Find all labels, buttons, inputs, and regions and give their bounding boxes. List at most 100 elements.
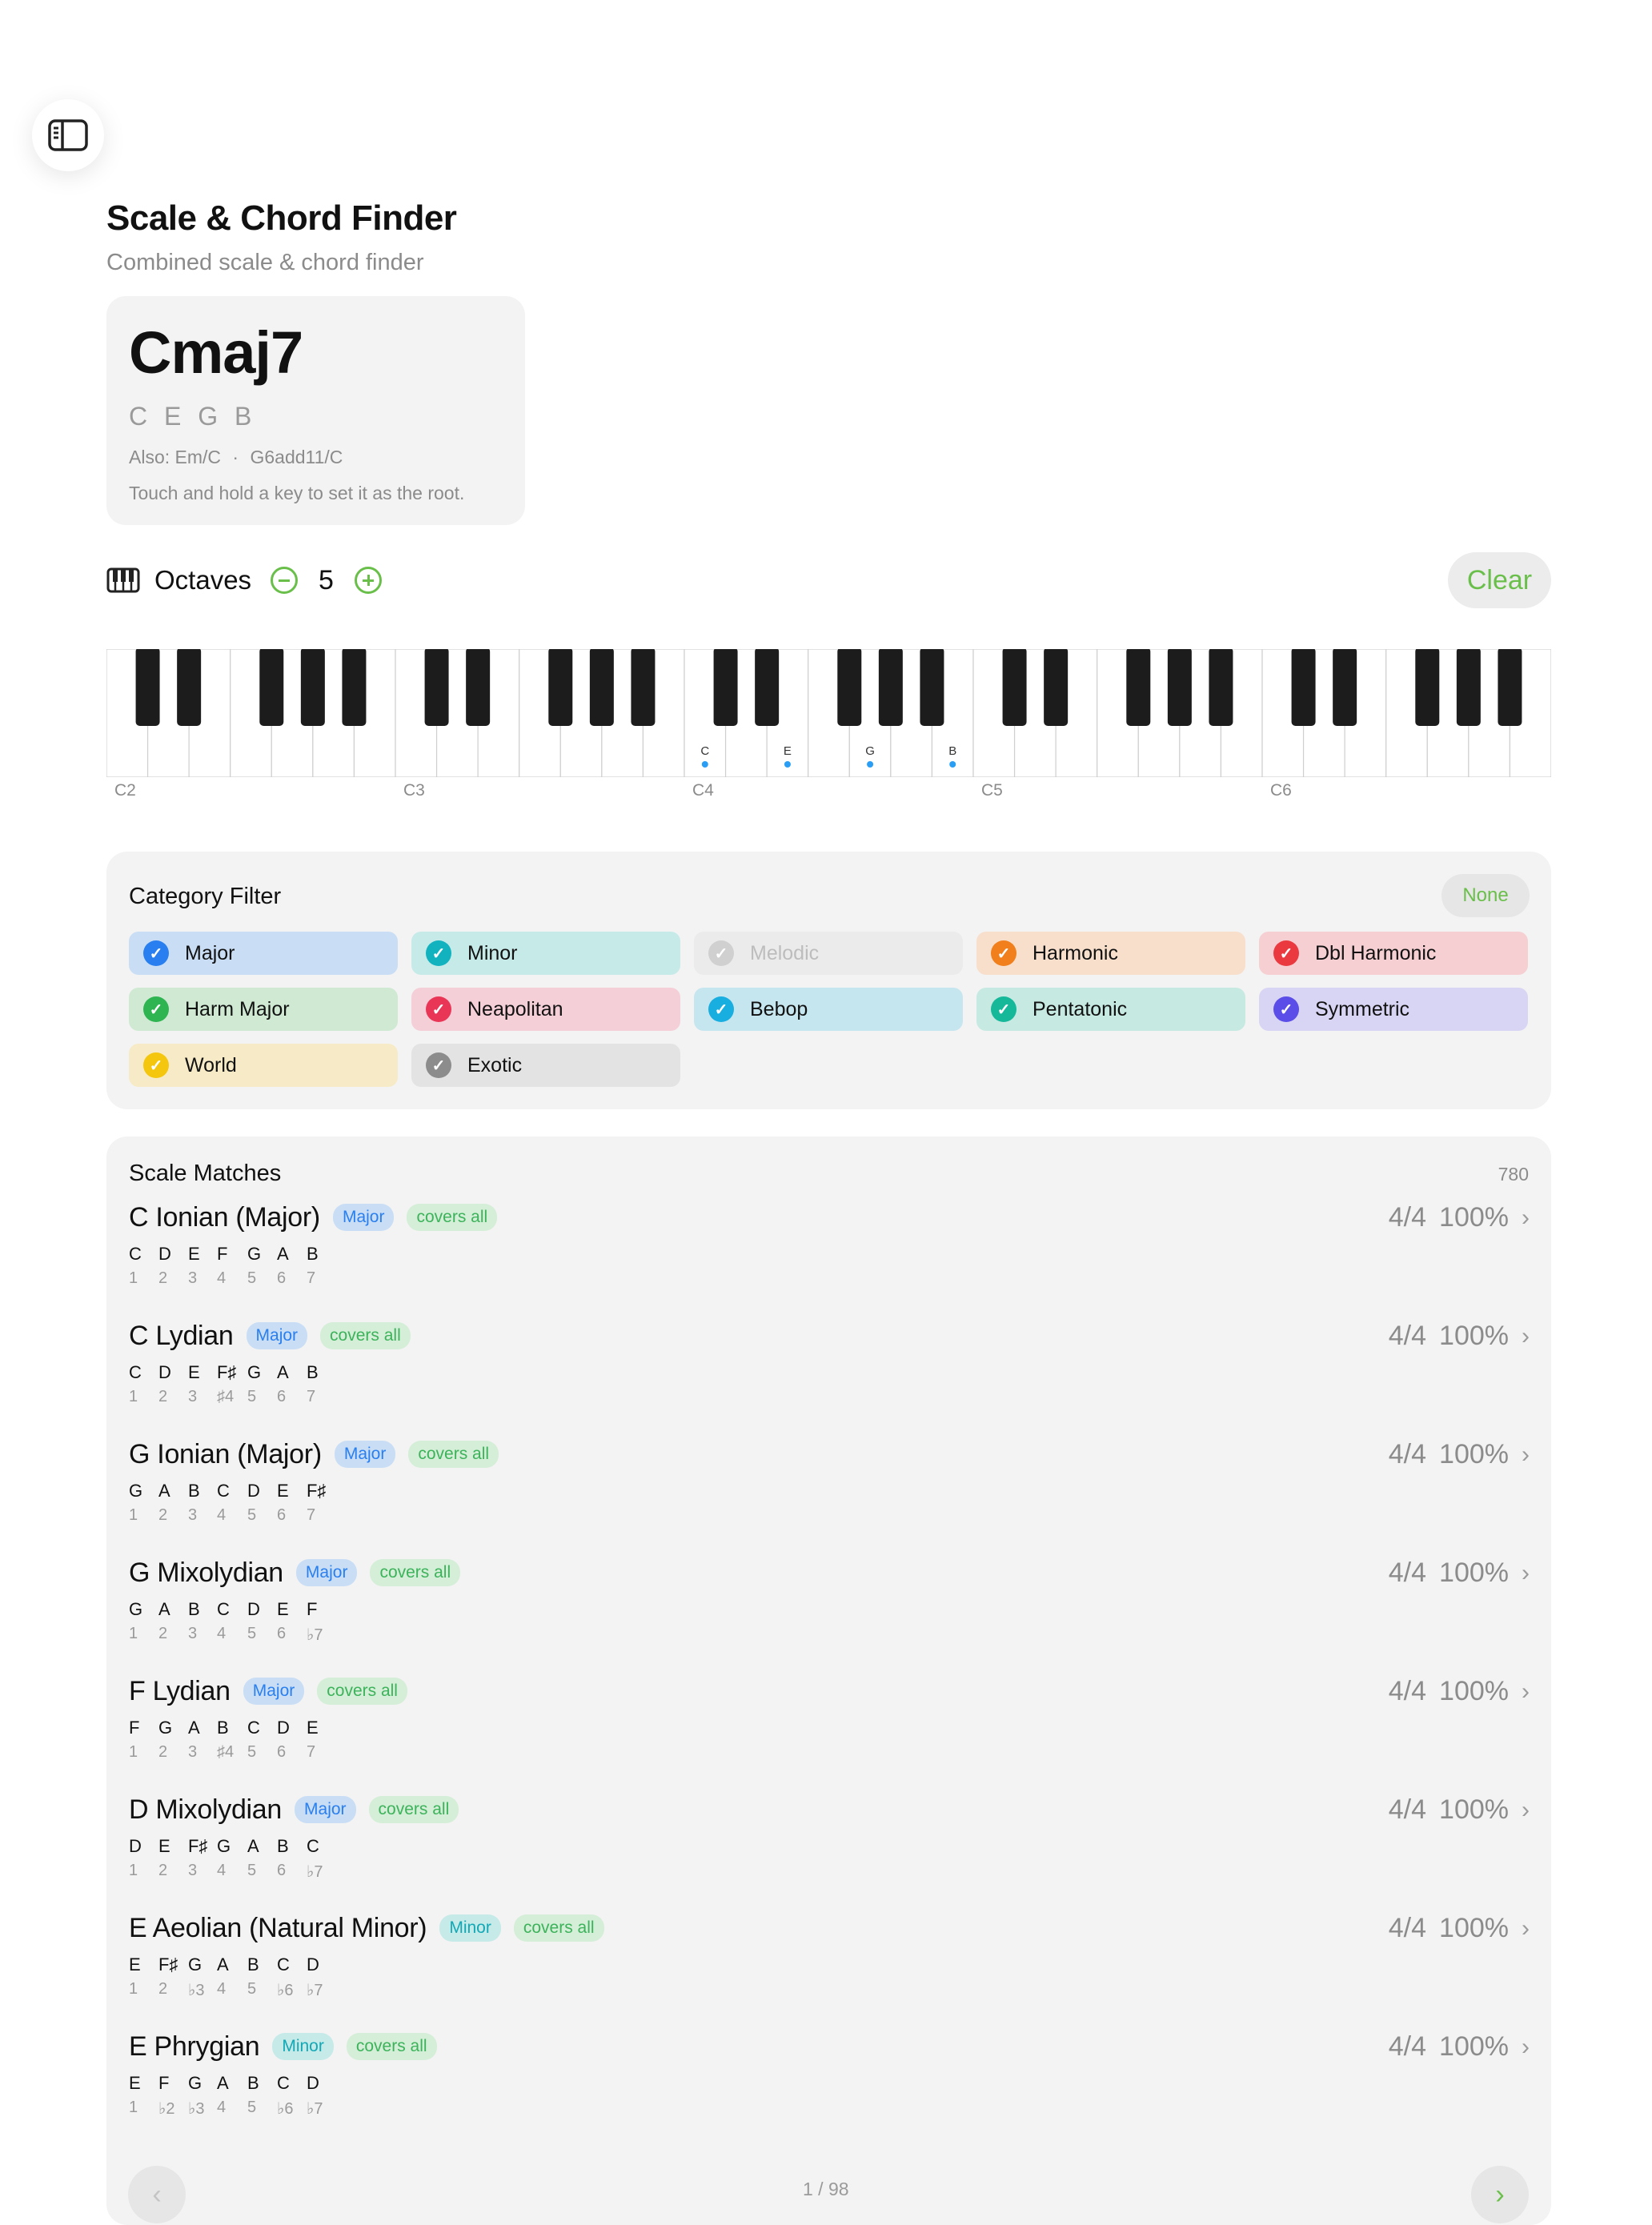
filter-chip-bebop[interactable]: ✓ Bebop <box>694 988 963 1031</box>
black-key-C#3[interactable] <box>424 649 449 726</box>
category-tag: Major <box>332 1204 395 1231</box>
scale-match-row[interactable]: G Mixolydian Major covers all 4/4 100% › G A B C D… <box>129 1554 1530 1666</box>
filter-chip-world[interactable]: ✓ World <box>129 1044 398 1087</box>
scale-note: C <box>129 1244 142 1264</box>
filter-chip-symmetric[interactable]: ✓ Symmetric <box>1259 988 1528 1031</box>
filter-chip-label: Exotic <box>467 1053 523 1076</box>
scale-name: G Mixolydian <box>129 1557 283 1588</box>
piano-icon <box>106 567 140 593</box>
black-key-G#6[interactable] <box>1456 649 1481 726</box>
filter-chip-label: World <box>185 1053 237 1076</box>
selected-note-dot <box>949 761 956 768</box>
black-key-G#3[interactable] <box>589 649 614 726</box>
black-key-A#2[interactable] <box>342 649 367 726</box>
filter-chip-neapolitan[interactable]: ✓ Neapolitan <box>411 988 680 1031</box>
filter-chip-melodic[interactable]: ✓ Melodic <box>694 932 963 975</box>
scale-match-row[interactable]: E Phrygian Minor covers all 4/4 100% › E F G A B C D… <box>129 2028 1530 2140</box>
octave-label: C4 <box>692 781 714 800</box>
filter-chip-major[interactable]: ✓ Major <box>129 932 398 975</box>
black-key-F#6[interactable] <box>1415 649 1440 726</box>
black-key-D#3[interactable] <box>466 649 491 726</box>
scale-note: E <box>129 2073 141 2093</box>
black-key-C#4[interactable] <box>713 649 738 726</box>
scale-match-row[interactable]: E Aeolian (Natural Minor) Minor covers all… <box>129 1910 1530 2022</box>
black-key-C#6[interactable] <box>1291 649 1316 726</box>
filter-chip-label: Neapolitan <box>467 997 563 1020</box>
sidebar-toggle-button[interactable] <box>32 99 104 171</box>
previous-page-button[interactable]: ‹ <box>128 2166 186 2223</box>
scale-degree: 1 <box>129 1506 138 1524</box>
match-percent: 100% <box>1439 1439 1509 1469</box>
chevron-left-icon: ‹ <box>152 2179 162 2210</box>
black-key-A#3[interactable] <box>631 649 656 726</box>
black-key-A#5[interactable] <box>1209 649 1233 726</box>
black-key-F#5[interactable] <box>1126 649 1151 726</box>
match-score: 4/4 <box>1388 1558 1427 1588</box>
scale-note: E <box>277 1481 289 1501</box>
checkmark-icon: ✓ <box>143 996 169 1022</box>
scale-match-row[interactable]: D Mixolydian Major covers all 4/4 100% › D E F♯ G… <box>129 1791 1530 1903</box>
filter-chip-label: Melodic <box>750 941 820 964</box>
scale-degree: 1 <box>129 1388 138 1405</box>
scale-note: E <box>307 1718 319 1738</box>
filter-chip-label: Harmonic <box>1032 941 1118 964</box>
black-key-F#2[interactable] <box>259 649 284 726</box>
filter-none-button[interactable]: None <box>1441 874 1530 917</box>
scale-degree: 7 <box>307 1269 316 1287</box>
checkmark-icon: ✓ <box>426 1052 451 1078</box>
chevron-right-icon: › <box>1495 2179 1505 2210</box>
black-key-C#2[interactable] <box>135 649 160 726</box>
selected-note-dot <box>867 761 874 768</box>
black-key-F#3[interactable] <box>548 649 573 726</box>
black-key-D#6[interactable] <box>1333 649 1357 726</box>
black-key-G#5[interactable] <box>1167 649 1192 726</box>
scale-note: G <box>129 1599 143 1619</box>
match-score: 4/4 <box>1388 2031 1427 2062</box>
octave-control: Octaves 5 <box>106 552 382 608</box>
next-page-button[interactable]: › <box>1471 2166 1529 2223</box>
black-key-D#4[interactable] <box>755 649 780 726</box>
filter-chip-pentatonic[interactable]: ✓ Pentatonic <box>976 988 1245 1031</box>
filter-chip-dbl-harmonic[interactable]: ✓ Dbl Harmonic <box>1259 932 1528 975</box>
black-key-C#5[interactable] <box>1002 649 1027 726</box>
scale-degree: 2 <box>158 1862 168 1879</box>
black-key-G#2[interactable] <box>300 649 325 726</box>
chord-hint: Touch and hold a key to set it as the ro… <box>129 483 465 503</box>
scale-note: D <box>158 1362 171 1382</box>
scale-note: B <box>188 1481 200 1501</box>
scale-match-row[interactable]: C Ionian (Major) Major covers all 4/4 100% › C… <box>129 1199 1530 1311</box>
alt-name-2: G6add11/C <box>250 447 343 467</box>
filter-chip-label: Major <box>185 941 235 964</box>
matches-title: Scale Matches <box>129 1161 282 1186</box>
piano-keyboard[interactable]: CEGB <box>106 649 1551 777</box>
scale-note: A <box>158 1481 170 1501</box>
scale-match-row[interactable]: F Lydian Major covers all 4/4 100% › F G A B C D E 1 2… <box>129 1673 1530 1785</box>
filter-chip-harmonic[interactable]: ✓ Harmonic <box>976 932 1245 975</box>
scale-name: C Lydian <box>129 1320 234 1351</box>
category-tag: Minor <box>272 2033 334 2060</box>
clear-button[interactable]: Clear <box>1448 552 1551 608</box>
black-key-G#4[interactable] <box>878 649 903 726</box>
filter-chip-minor[interactable]: ✓ Minor <box>411 932 680 975</box>
scale-note: C <box>129 1362 142 1382</box>
scale-note: B <box>277 1836 289 1856</box>
filter-chip-exotic[interactable]: ✓ Exotic <box>411 1044 680 1087</box>
black-key-D#5[interactable] <box>1044 649 1069 726</box>
category-tag: Minor <box>439 1914 501 1942</box>
black-key-F#4[interactable] <box>837 649 862 726</box>
chevron-right-icon: › <box>1522 1914 1530 1942</box>
black-key-D#2[interactable] <box>177 649 202 726</box>
octave-increase-button[interactable] <box>354 567 382 594</box>
scale-matches-card: Scale Matches 780 C Ionian (Major) Major c… <box>106 1137 1551 2225</box>
filter-chip-harm-major[interactable]: ✓ Harm Major <box>129 988 398 1031</box>
scale-degree: 5 <box>247 2099 257 2116</box>
scale-match-row[interactable]: C Lydian Major covers all 4/4 100% › C D E F♯ G A B 1… <box>129 1317 1530 1429</box>
scale-note: G <box>217 1836 231 1856</box>
octave-decrease-button[interactable] <box>271 567 299 594</box>
checkmark-icon: ✓ <box>143 1052 169 1078</box>
scale-note: F <box>129 1718 140 1738</box>
black-key-A#4[interactable] <box>920 649 944 726</box>
chevron-right-icon: › <box>1522 1678 1530 1705</box>
black-key-A#6[interactable] <box>1498 649 1522 726</box>
scale-match-row[interactable]: G Ionian (Major) Major covers all 4/4 100% › G… <box>129 1436 1530 1548</box>
